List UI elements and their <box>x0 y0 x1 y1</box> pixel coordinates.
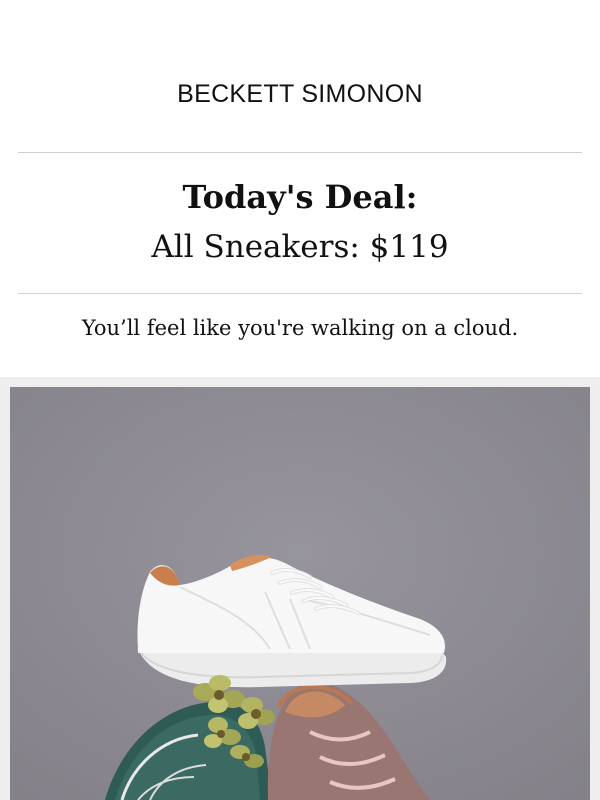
hero-photo <box>10 387 590 800</box>
deal-headline: Today's Deal: <box>182 178 418 216</box>
brand-logo[interactable]: BECKETT SIMONON <box>0 80 600 109</box>
divider-top <box>18 152 582 153</box>
divider-bottom <box>18 293 582 294</box>
tagline: You’ll feel like you're walking on a clo… <box>81 316 519 340</box>
hero-image[interactable] <box>10 387 590 800</box>
deal-price: All Sneakers: $119 <box>151 229 449 265</box>
email-body: BECKETT SIMONON Today's Deal: All Sneake… <box>0 0 600 800</box>
